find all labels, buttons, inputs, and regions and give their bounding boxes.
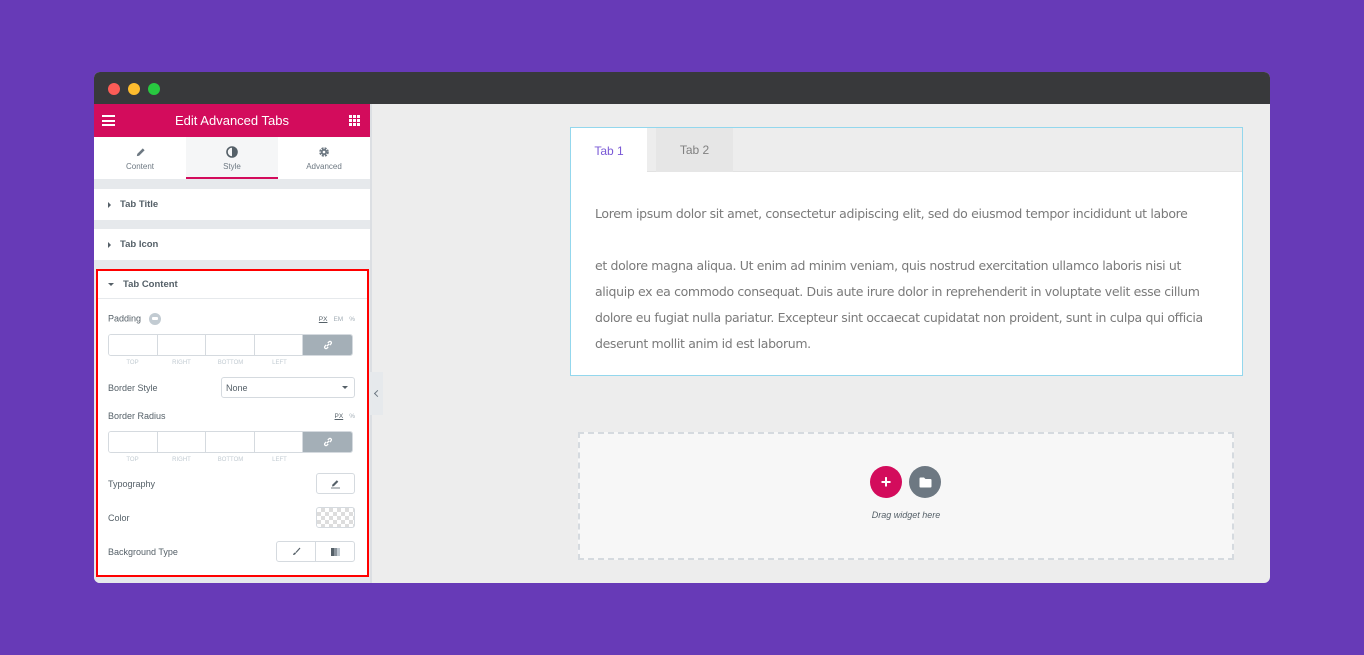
add-section-button[interactable]: + [870, 466, 902, 498]
padding-label: Padding [108, 313, 142, 324]
close-window-button[interactable] [108, 83, 120, 95]
advanced-tabs-widget: Tab 1 Tab 2 Lorem ipsum dolor sit amet, … [570, 127, 1243, 376]
typography-edit-button[interactable] [316, 473, 355, 494]
border-style-select[interactable]: None [221, 377, 355, 398]
panel-tabs: Content Style Advanced [94, 137, 370, 180]
background-type-control: Background Type [108, 541, 355, 562]
radius-top-input[interactable] [109, 432, 158, 452]
section-tab-icon[interactable]: Tab Icon [94, 229, 370, 260]
gradient-icon [330, 547, 340, 556]
brush-icon [292, 547, 300, 555]
border-radius-label: Border Radius [108, 411, 166, 421]
padding-units: PX EM % [319, 316, 355, 323]
typography-control: Typography [108, 473, 355, 494]
tab-advanced-label: Advanced [306, 162, 342, 171]
border-radius-dimensions [108, 431, 353, 453]
radius-bottom-input[interactable] [206, 432, 255, 452]
border-radius-units: PX % [335, 413, 355, 420]
tab-content-label: Content [125, 162, 155, 171]
maximize-window-button[interactable] [148, 83, 160, 95]
grid-icon[interactable] [349, 115, 360, 126]
add-template-button[interactable] [909, 466, 941, 498]
radius-right-input[interactable] [157, 432, 206, 452]
tab-content-panel: Lorem ipsum dolor sit amet, consectetur … [571, 172, 1242, 357]
hamburger-icon[interactable] [102, 115, 115, 126]
unit-em[interactable]: EM [333, 316, 343, 323]
responsive-icon[interactable] [148, 313, 161, 325]
padding-bottom-input[interactable] [206, 335, 255, 355]
section-tab-content: Tab Content Padding PX EM % TOP RIGHT BO… [96, 269, 369, 577]
unit-percent[interactable]: % [349, 316, 355, 323]
radius-left-input[interactable] [254, 432, 303, 452]
chevron-down-icon [342, 386, 348, 389]
color-picker-swatch[interactable] [316, 507, 355, 528]
background-gradient-button[interactable] [316, 542, 354, 561]
background-classic-button[interactable] [277, 542, 316, 561]
padding-dim-labels: TOP RIGHT BOTTOM LEFT [126, 360, 287, 366]
widget-dropzone[interactable]: + Drag widget here [578, 432, 1234, 560]
tab-style-label: Style [223, 162, 241, 171]
border-style-control: Border Style None [108, 377, 355, 398]
tab-style[interactable]: Style [186, 137, 278, 179]
caret-right-icon [108, 241, 111, 248]
section-label: Tab Icon [120, 239, 159, 250]
contrast-icon [226, 145, 238, 159]
link-values-button[interactable] [303, 432, 352, 452]
folder-icon [919, 477, 931, 487]
padding-right-input[interactable] [157, 335, 206, 355]
tab-1[interactable]: Tab 1 [571, 128, 647, 173]
section-tab-content-header[interactable]: Tab Content [98, 271, 367, 299]
link-values-button[interactable] [303, 335, 352, 355]
caret-right-icon [108, 201, 111, 208]
padding-dimensions [108, 334, 353, 356]
tab-paragraph: Lorem ipsum dolor sit amet, consectetur … [595, 206, 1188, 221]
window-titlebar [94, 72, 1270, 104]
panel-header: Edit Advanced Tabs [94, 104, 370, 137]
minimize-window-button[interactable] [128, 83, 140, 95]
typography-label: Typography [108, 478, 156, 489]
color-control: Color [108, 507, 355, 528]
unit-percent[interactable]: % [349, 413, 355, 420]
section-tab-title[interactable]: Tab Title [94, 189, 370, 220]
pencil-icon [135, 145, 146, 159]
caret-down-icon [108, 283, 114, 286]
background-type-label: Background Type [108, 546, 178, 557]
tab-paragraph: et dolore magna aliqua. Ut enim ad minim… [595, 258, 1203, 351]
border-style-value: None [226, 382, 248, 393]
collapse-panel-handle[interactable] [370, 372, 383, 415]
unit-px[interactable]: PX [319, 316, 328, 323]
dropzone-label: Drag widget here [871, 510, 941, 520]
tab-content[interactable]: Content [94, 137, 186, 179]
tab-2[interactable]: Tab 2 [656, 128, 733, 172]
browser-window: Edit Advanced Tabs Content Style Advance… [94, 72, 1270, 583]
tab-advanced[interactable]: Advanced [278, 137, 370, 179]
editor-panel: Edit Advanced Tabs Content Style Advance… [94, 104, 370, 583]
unit-px[interactable]: PX [335, 413, 344, 420]
section-label: Tab Title [120, 199, 159, 210]
tabs-nav: Tab 1 Tab 2 [571, 128, 1242, 173]
padding-top-input[interactable] [109, 335, 158, 355]
radius-dim-labels: TOP RIGHT BOTTOM LEFT [126, 457, 287, 463]
pencil-icon [331, 479, 340, 488]
gear-icon [318, 145, 330, 159]
padding-control: Padding PX EM % [108, 313, 355, 325]
plus-icon: + [880, 471, 892, 492]
section-label: Tab Content [123, 279, 178, 290]
padding-left-input[interactable] [254, 335, 303, 355]
link-icon [323, 437, 332, 447]
border-radius-control: Border Radius PX % [108, 411, 355, 421]
border-style-label: Border Style [108, 382, 158, 393]
color-label: Color [108, 512, 130, 523]
link-icon [323, 340, 332, 350]
background-type-choices [276, 541, 355, 562]
panel-title: Edit Advanced Tabs [175, 113, 289, 128]
